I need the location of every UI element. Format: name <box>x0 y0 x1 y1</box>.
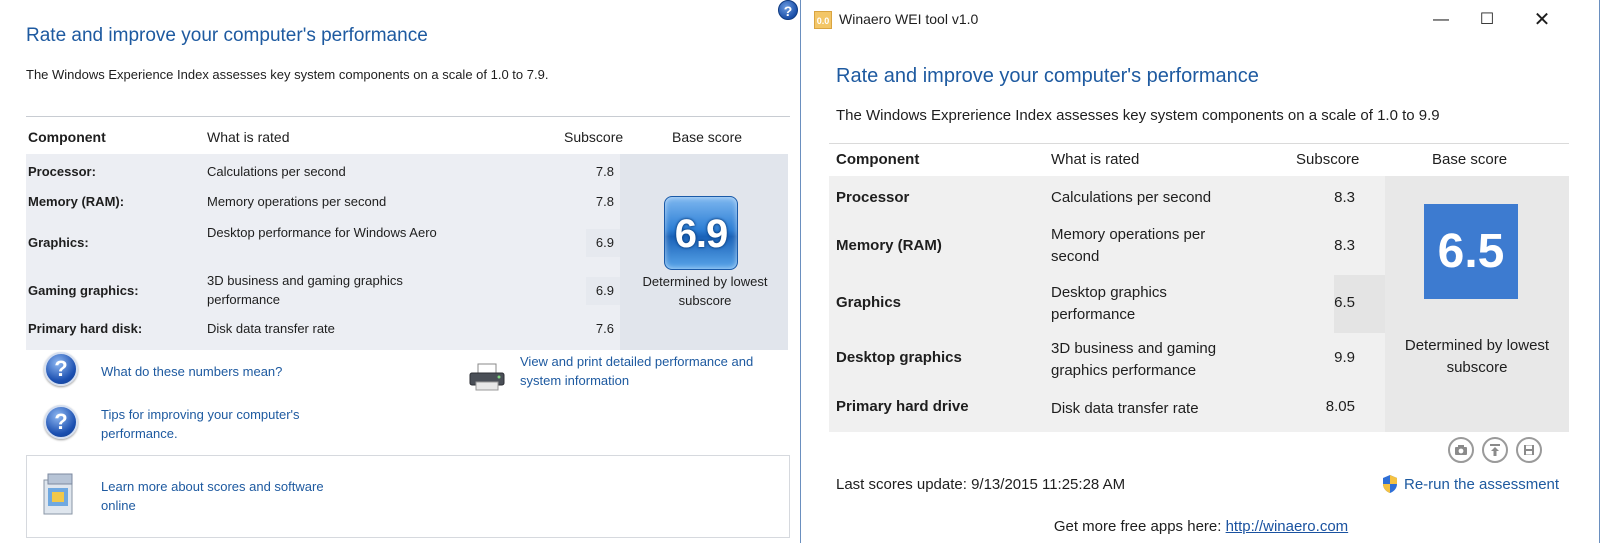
row-what-rated: Memory operations per second <box>207 194 387 209</box>
row-component: Primary hard drive <box>836 398 969 415</box>
page-description: The Windows Exprerience Index assesses k… <box>836 107 1440 124</box>
question-icon: ? <box>44 352 78 386</box>
header-base-score: Base score <box>672 129 743 145</box>
page-description: The Windows Experience Index assesses ke… <box>26 67 549 82</box>
row-what-rated: 3D business and gaming graphics performa… <box>207 273 403 307</box>
window-title: Winaero WEI tool v1.0 <box>839 11 979 27</box>
tips-link[interactable]: Tips for improving your computer's perfo… <box>101 405 361 443</box>
question-icon: ? <box>44 405 78 439</box>
last-scores-update: Last scores update: 9/13/2015 11:25:28 A… <box>836 476 1126 493</box>
row-component: Memory (RAM) <box>836 237 942 254</box>
row-what-rated: Desktop performance for Windows Aero <box>207 225 437 240</box>
winaero-wei-window: 0.0 Winaero WEI tool v1.0 — ☐ ✕ Rate and… <box>800 0 1600 543</box>
row-subscore: 8.3 <box>1334 237 1355 254</box>
help-icon[interactable]: ? <box>778 0 798 20</box>
save-icon[interactable] <box>1516 437 1542 463</box>
base-score-value: 6.9 <box>674 212 729 256</box>
row-subscore: 7.8 <box>595 194 614 209</box>
base-score-value: 6.5 <box>1437 225 1505 278</box>
row-subscore: 6.9 <box>595 283 614 298</box>
learn-more-link[interactable]: Learn more about scores and software onl… <box>101 477 361 515</box>
close-button[interactable]: ✕ <box>1519 6 1565 34</box>
row-subscore: 8.3 <box>1334 189 1355 206</box>
row-what-rated: 3D business and gaming graphics performa… <box>1051 340 1217 379</box>
header-what-rated: What is rated <box>1051 151 1140 168</box>
row-subscore: 7.6 <box>595 321 614 336</box>
footer-text: Get more free apps here: <box>1053 518 1222 535</box>
header-what-rated: What is rated <box>207 129 290 145</box>
row-what-rated: Calculations per second <box>1051 189 1212 206</box>
classic-wei-panel: ? Rate and improve your computer's perfo… <box>0 0 800 543</box>
camera-icon[interactable] <box>1448 437 1474 463</box>
minimize-button[interactable]: — <box>1418 6 1464 34</box>
software-package-icon <box>43 473 73 515</box>
page-title: Rate and improve your computer's perform… <box>26 25 428 46</box>
row-subscore: 7.8 <box>595 164 614 179</box>
row-what-rated: Memory operations per second <box>1051 226 1206 265</box>
base-score-note: Determined by lowest subscore <box>1404 337 1550 376</box>
upload-icon[interactable] <box>1482 437 1508 463</box>
row-component: Memory (RAM): <box>28 194 125 209</box>
row-component: Primary hard disk: <box>28 321 143 336</box>
base-score-note: Determined by lowest subscore <box>642 274 768 308</box>
row-component: Gaming graphics: <box>28 283 139 298</box>
base-score-badge: 6.9 <box>664 196 738 270</box>
row-what-rated: Calculations per second <box>207 164 346 179</box>
printer-icon <box>469 363 505 391</box>
header-component: Component <box>28 129 106 145</box>
row-what-rated: Desktop graphics performance <box>1051 284 1167 323</box>
page-title: Rate and improve your computer's perform… <box>836 65 1259 87</box>
winaero-link[interactable]: http://winaero.com <box>1226 518 1349 535</box>
divider <box>829 143 1569 144</box>
row-subscore: 9.9 <box>1334 349 1355 366</box>
header-base-score: Base score <box>1432 151 1508 168</box>
header-subscore: Subscore <box>1296 151 1360 168</box>
rerun-assessment-link[interactable]: Re-run the assessment <box>1404 476 1559 493</box>
header-subscore: Subscore <box>564 129 624 145</box>
what-numbers-mean-link[interactable]: What do these numbers mean? <box>101 362 282 381</box>
row-component: Graphics <box>836 294 902 311</box>
row-component: Desktop graphics <box>836 349 962 366</box>
divider <box>26 116 790 117</box>
row-component: Graphics: <box>28 235 89 250</box>
row-subscore: 6.5 <box>1334 294 1355 311</box>
maximize-button[interactable]: ☐ <box>1464 6 1510 34</box>
header-component: Component <box>836 151 920 168</box>
footer: Get more free apps here: http://winaero.… <box>801 518 1600 535</box>
row-component: Processor <box>836 189 910 206</box>
view-print-details-link[interactable]: View and print detailed performance and … <box>520 352 788 390</box>
row-what-rated: Disk data transfer rate <box>207 321 335 336</box>
row-subscore: 6.9 <box>595 235 614 250</box>
row-component: Processor: <box>28 164 96 179</box>
base-score-badge: 6.5 <box>1424 204 1518 299</box>
row-what-rated: Disk data transfer rate <box>1051 400 1199 417</box>
app-icon: 0.0 <box>814 11 832 29</box>
uac-shield-icon <box>1383 475 1397 493</box>
row-subscore: 8.05 <box>1325 398 1355 415</box>
